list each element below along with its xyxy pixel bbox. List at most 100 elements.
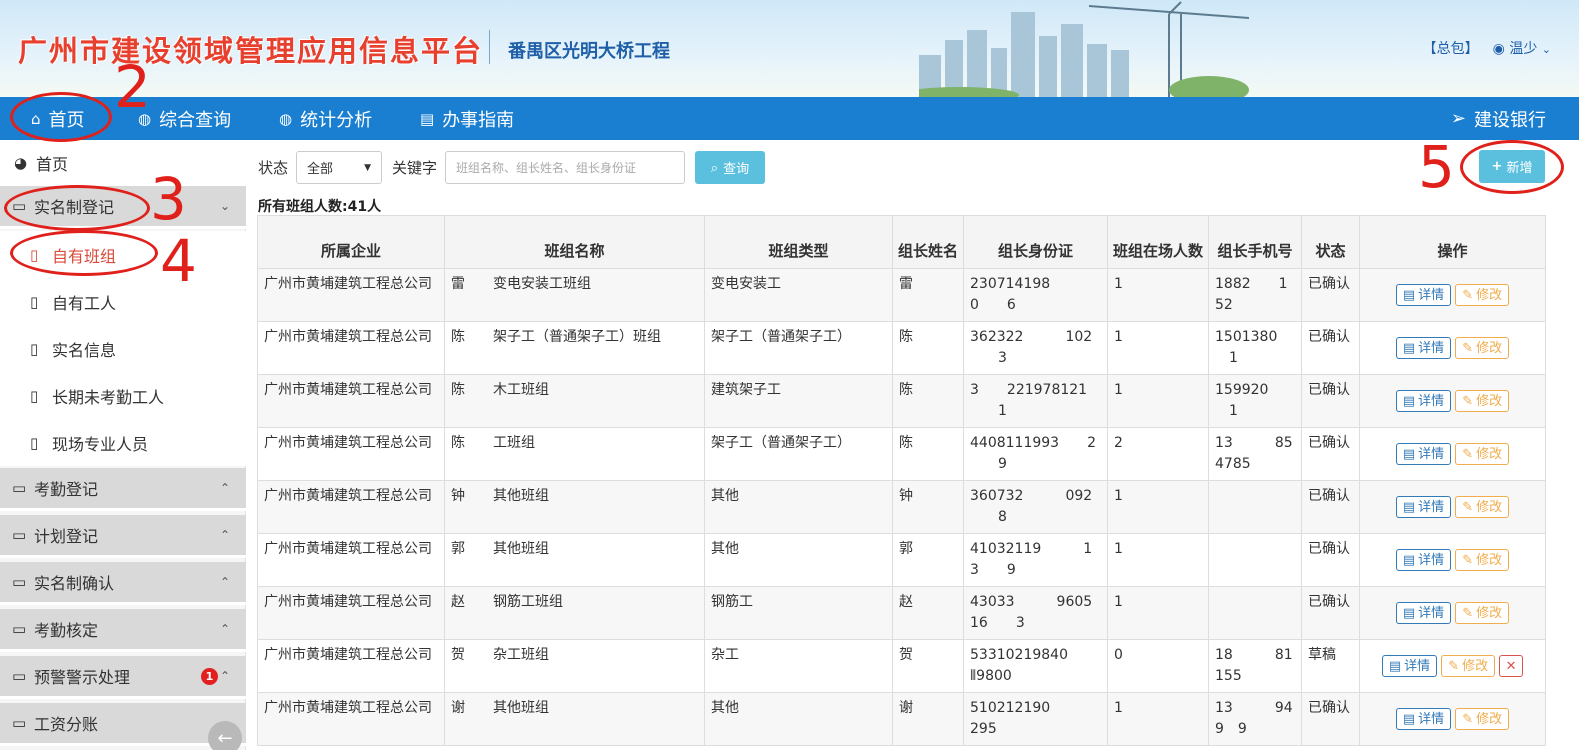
book-icon: ▤	[420, 109, 435, 128]
user-menu[interactable]: ◉ 温少 ⌄	[1493, 38, 1551, 58]
detail-button[interactable]: ▤ 详情	[1395, 443, 1452, 465]
edit-button-label: 修改	[1462, 658, 1489, 674]
cell-team-name: 郭 其他班组	[444, 533, 705, 587]
keyword-input[interactable]	[445, 151, 686, 184]
cell-leader-name: 贺	[892, 639, 964, 693]
edit-button[interactable]: ✎ 修改	[1455, 390, 1510, 412]
edit-button[interactable]: ✎ 修改	[1455, 602, 1510, 624]
sidebar-item-label: 首页	[36, 155, 69, 174]
col-header-phone[interactable]: 组长手机号	[1208, 215, 1302, 269]
sidebar-item-realname-info[interactable]: ▯ 实名信息	[0, 325, 246, 372]
nav-query-label: 综合查询	[159, 109, 232, 131]
col-header-type[interactable]: 班组类型	[704, 215, 893, 269]
cell-team-name: 陈 木工班组	[444, 374, 705, 428]
sidebar-item-home[interactable]: ◕ 首页	[0, 140, 246, 186]
cell-status: 已确认	[1301, 321, 1360, 375]
sidebar-item-site-staff[interactable]: ▯ 现场专业人员	[0, 419, 246, 466]
col-header-team[interactable]: 班组名称	[444, 215, 705, 269]
detail-button[interactable]: ▤ 详情	[1395, 337, 1452, 359]
table-header-row: 所属企业 班组名称 班组类型 组长姓名 组长身份证 班组在场人数 组长手机号 状…	[257, 215, 1546, 269]
edit-button-label: 修改	[1476, 605, 1503, 621]
cell-leader-name: 赵	[892, 586, 964, 640]
cell-id-card: 3 221978121 1	[963, 374, 1108, 428]
cell-team-name: 赵 钢筋工班组	[444, 586, 705, 640]
annotation-number: 2	[114, 53, 151, 121]
edit-button[interactable]: ✎ 修改	[1441, 655, 1496, 677]
col-header-company[interactable]: 所属企业	[257, 215, 445, 269]
cell-onsite-count: 1	[1107, 374, 1209, 428]
sidebar-item-label: 现场专业人员	[52, 434, 149, 454]
document-icon: ▤	[1402, 552, 1416, 568]
cell-id-card: 4408111993 2 9	[963, 427, 1108, 481]
detail-button[interactable]: ▤ 详情	[1395, 708, 1452, 730]
nav-bank-label: 建设银行	[1474, 109, 1546, 131]
file-icon: ▯	[30, 386, 39, 405]
edit-button[interactable]: ✎ 修改	[1455, 284, 1510, 306]
edit-button-label: 修改	[1476, 340, 1503, 356]
file-icon: ▯	[30, 292, 39, 311]
header-divider	[489, 30, 490, 64]
nav-stats[interactable]: ◍ 统计分析	[279, 106, 372, 132]
detail-button-label: 详情	[1418, 552, 1445, 568]
detail-button-label: 详情	[1418, 393, 1445, 409]
sidebar-group-attendance-register[interactable]: ▭ 考勤登记 ⌃	[0, 468, 246, 511]
table-row: 广州市黄埔建筑工程总公司郭 其他班组 其他郭 41032119 13 9 1 已确认 ▤ 详…	[257, 533, 1546, 587]
sidebar-collapse-button[interactable]: ←	[208, 721, 242, 750]
edit-button[interactable]: ✎ 修改	[1455, 549, 1510, 571]
cell-team-type: 杂工	[704, 639, 893, 693]
pencil-icon: ✎	[1462, 499, 1474, 515]
sidebar-group-alerts[interactable]: ▭ 预警警示处理 1 ⌃	[0, 656, 246, 699]
page-header: 广州市建设领域管理应用信息平台 番禺区光明大桥工程 【总包】 ◉ 温少 ⌄	[0, 0, 1579, 97]
sidebar-item-own-workers[interactable]: ▯ 自有工人	[0, 278, 246, 325]
annotation-ring-realname	[4, 185, 150, 231]
cell-status: 草稿	[1301, 639, 1360, 693]
edit-button[interactable]: ✎ 修改	[1455, 443, 1510, 465]
folder-icon: ▭	[12, 667, 27, 685]
sidebar-group-label: 考勤核定	[34, 621, 99, 640]
detail-button-label: 详情	[1418, 711, 1445, 727]
role-link[interactable]: 【总包】	[1423, 38, 1479, 58]
cell-id-card: 230714198 0 6	[963, 268, 1108, 322]
sidebar-group-realname-confirm[interactable]: ▭ 实名制确认 ⌃	[0, 562, 246, 605]
alert-count-badge: 1	[201, 667, 218, 685]
col-header-leader[interactable]: 组长姓名	[892, 215, 964, 269]
pencil-icon: ✎	[1462, 287, 1474, 303]
nav-query[interactable]: ◍ 综合查询	[138, 106, 231, 132]
detail-button[interactable]: ▤ 详情	[1395, 284, 1452, 306]
cell-id-card: 41032119 13 9	[963, 533, 1108, 587]
pencil-icon: ✎	[1462, 605, 1474, 621]
col-header-id-card[interactable]: 组长身份证	[963, 215, 1108, 269]
delete-button[interactable]: ✕	[1499, 655, 1524, 677]
sidebar-group-attendance-verify[interactable]: ▭ 考勤核定 ⌃	[0, 609, 246, 652]
detail-button[interactable]: ▤ 详情	[1395, 549, 1452, 571]
col-header-count[interactable]: 班组在场人数	[1107, 215, 1209, 269]
paper-plane-icon: ➢	[1450, 108, 1466, 129]
col-header-status[interactable]: 状态	[1301, 215, 1360, 269]
cell-onsite-count: 2	[1107, 427, 1209, 481]
folder-icon: ▭	[12, 573, 27, 591]
table-row: 广州市黄埔建筑工程总公司贺 杂工班组 杂工贺 53310219840 ⦀9800 0 1…	[257, 639, 1546, 693]
cell-onsite-count: 1	[1107, 480, 1209, 534]
sidebar-group-plan-register[interactable]: ▭ 计划登记 ⌃	[0, 515, 246, 558]
sidebar-item-no-attendance[interactable]: ▯ 长期未考勤工人	[0, 372, 246, 419]
detail-button[interactable]: ▤ 详情	[1395, 390, 1452, 412]
search-button[interactable]: ⌕ 查询	[695, 151, 766, 184]
edit-button[interactable]: ✎ 修改	[1455, 496, 1510, 518]
nav-bank[interactable]: ➢ 建设银行	[1451, 97, 1546, 140]
cell-actions: ▤ 详情 ✎ 修改	[1359, 533, 1546, 587]
cell-team-type: 其他	[704, 533, 893, 587]
detail-button[interactable]: ▤ 详情	[1395, 602, 1452, 624]
cell-phone: 1501380 1	[1208, 321, 1302, 375]
cell-phone: 13 854785	[1208, 427, 1302, 481]
sidebar-item-label: 长期未考勤工人	[52, 387, 165, 407]
detail-button[interactable]: ▤ 详情	[1381, 655, 1438, 677]
cell-leader-name: 郭	[892, 533, 964, 587]
table-row: 广州市黄埔建筑工程总公司雷 变电安装工班组 变电安装工雷 230714198 0 6…	[257, 268, 1546, 322]
detail-button[interactable]: ▤ 详情	[1395, 496, 1452, 518]
edit-button[interactable]: ✎ 修改	[1455, 337, 1510, 359]
filter-bar: 状态 全部 ▼ 关键字 ⌕ 查询	[258, 151, 766, 184]
edit-button[interactable]: ✎ 修改	[1455, 708, 1510, 730]
document-icon: ▤	[1402, 711, 1416, 727]
status-select[interactable]: 全部 ▼	[296, 151, 383, 184]
nav-guide[interactable]: ▤ 办事指南	[420, 106, 514, 132]
